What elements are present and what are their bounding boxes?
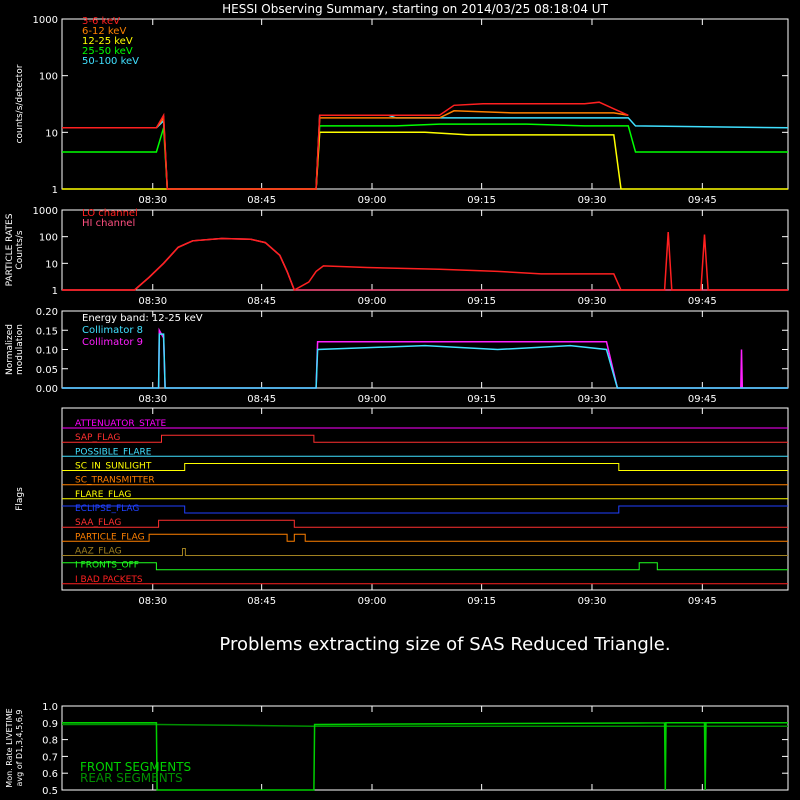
y-tick-label: 0.8 — [42, 736, 58, 747]
x-tick-label: 09:45 — [688, 195, 717, 206]
status-message: Problems extracting size of SAS Reduced … — [219, 634, 670, 655]
flag-line — [62, 562, 788, 571]
x-tick-label: 08:30 — [138, 296, 167, 307]
flag-label: SC_TRANSMITTER — [75, 476, 155, 486]
y-tick-label: 100 — [39, 72, 58, 83]
flag-label: I FRONTS_OFF — [75, 561, 139, 571]
y-tick-label: 0.9 — [42, 719, 58, 730]
x-tick-label: 08:45 — [247, 394, 276, 405]
y-tick-label: 0.05 — [36, 365, 58, 376]
flag-label: SC_IN_SUNLIGHT — [75, 462, 152, 472]
x-tick-label: 09:15 — [467, 596, 496, 607]
panels-group: 08:30 08:45 09:00 09:15 09:30 09:45 counts/s/d… — [5, 15, 789, 797]
panel-flags: 08:30 08:45 09:00 09:15 09:30 09:45 Flags ATTEN… — [15, 407, 789, 607]
flag-label: SAP_FLAG — [75, 433, 120, 443]
y-tick-label: 100 — [39, 233, 58, 244]
panel-count-rates: 08:30 08:45 09:00 09:15 09:30 09:45 counts/s/d… — [15, 15, 789, 206]
series-line — [62, 723, 788, 727]
x-tick-label: 09:30 — [578, 195, 607, 206]
flag-label: I BAD PACKETS — [75, 575, 143, 585]
panel-frame — [61, 209, 789, 291]
x-tick-label: 09:30 — [578, 296, 607, 307]
panel-livetime: Mon. Rate LIVETIME avg of D1,3,4,5,6,9 0.5… — [5, 702, 789, 797]
legend-entry: Collimator 8 — [82, 325, 143, 336]
x-tick-label: 09:30 — [578, 394, 607, 405]
y-axis-label: avg of D1,3,4,5,6,9 — [15, 710, 24, 787]
series-line — [62, 123, 788, 190]
y-axis-label: PARTICLE RATES — [5, 213, 15, 286]
y-axis-label: Mon. Rate LIVETIME — [5, 708, 14, 787]
flag-line — [62, 519, 788, 528]
observing-summary-figure: HESSI Observing Summary, starting on 201… — [5, 2, 789, 797]
y-tick-label: 0.5 — [42, 786, 58, 797]
x-tick-label: 09:15 — [467, 195, 496, 206]
series-line — [62, 131, 788, 190]
legend-entry: 50-100 keV — [82, 56, 139, 67]
x-tick-label: 09:30 — [578, 596, 607, 607]
panel-modulation: 08:30 08:45 09:00 09:15 09:30 09:45 Normalized… — [5, 307, 789, 405]
y-axis-label: counts/s/detector — [15, 64, 25, 143]
legend-entry: REAR SEGMENTS — [80, 771, 183, 785]
flag-label: AAZ_FLAG — [75, 547, 122, 557]
legend-annotation: Energy band: 12-25 keV — [82, 313, 203, 324]
series-line — [62, 327, 788, 389]
y-axis-label: modulation — [15, 324, 25, 375]
y-tick-label: 1000 — [33, 15, 58, 26]
flag-label: SAA_FLAG — [75, 518, 121, 528]
flag-line — [62, 548, 788, 556]
y-tick-label: 0.00 — [36, 384, 58, 395]
x-tick-label: 09:45 — [688, 596, 717, 607]
y-tick-label: 10 — [45, 259, 58, 270]
y-tick-label: 0.15 — [36, 326, 58, 337]
series-line — [62, 101, 629, 190]
y-tick-label: 0.20 — [36, 307, 58, 318]
legend-entry: HI channel — [82, 218, 135, 229]
y-tick-label: 10 — [45, 128, 58, 139]
panel-frame — [61, 18, 789, 190]
flag-label: ATTENUATOR_STATE — [75, 419, 167, 429]
x-tick-label: 09:00 — [358, 296, 387, 307]
y-axis-label: Flags — [15, 487, 25, 511]
x-tick-label: 09:45 — [688, 394, 717, 405]
y-tick-label: 0.7 — [42, 752, 58, 763]
panel-particle-rates: 08:30 08:45 09:00 09:15 09:30 09:45 PARTICLE R… — [5, 206, 789, 307]
y-tick-label: 1 — [52, 286, 58, 297]
y-axis-label: Counts/s — [15, 230, 25, 269]
x-tick-label: 09:00 — [358, 195, 387, 206]
flag-label: POSSIBLE_FLARE — [75, 447, 152, 457]
x-tick-label: 08:30 — [138, 596, 167, 607]
x-tick-label: 09:15 — [467, 394, 496, 405]
flag-line — [62, 533, 788, 542]
y-tick-label: 1.0 — [42, 702, 58, 713]
y-axis-label: Normalized — [5, 324, 15, 375]
series-line — [62, 231, 788, 292]
flag-line — [62, 463, 788, 471]
flag-line — [62, 434, 788, 443]
x-tick-label: 08:45 — [247, 596, 276, 607]
y-tick-label: 1000 — [33, 206, 58, 217]
figure-title: HESSI Observing Summary, starting on 201… — [222, 2, 608, 16]
y-tick-label: 0.10 — [36, 346, 58, 357]
legend-entry: Collimator 9 — [82, 337, 143, 348]
x-tick-label: 09:00 — [358, 394, 387, 405]
flag-label: ECLIPSE_FLAG — [75, 504, 139, 514]
flag-line — [62, 505, 788, 514]
x-tick-label: 08:30 — [138, 394, 167, 405]
flag-label: FLARE_FLAG — [75, 490, 131, 500]
x-tick-label: 08:45 — [247, 296, 276, 307]
y-tick-label: 1 — [52, 185, 58, 196]
series-line — [62, 237, 788, 291]
flag-label: PARTICLE_FLAG — [75, 532, 145, 542]
x-tick-label: 09:15 — [467, 296, 496, 307]
x-tick-label: 08:45 — [247, 195, 276, 206]
x-tick-label: 09:45 — [688, 296, 717, 307]
series-line — [62, 110, 629, 190]
x-tick-label: 09:00 — [358, 596, 387, 607]
y-tick-label: 0.6 — [42, 769, 58, 780]
x-tick-label: 08:30 — [138, 195, 167, 206]
